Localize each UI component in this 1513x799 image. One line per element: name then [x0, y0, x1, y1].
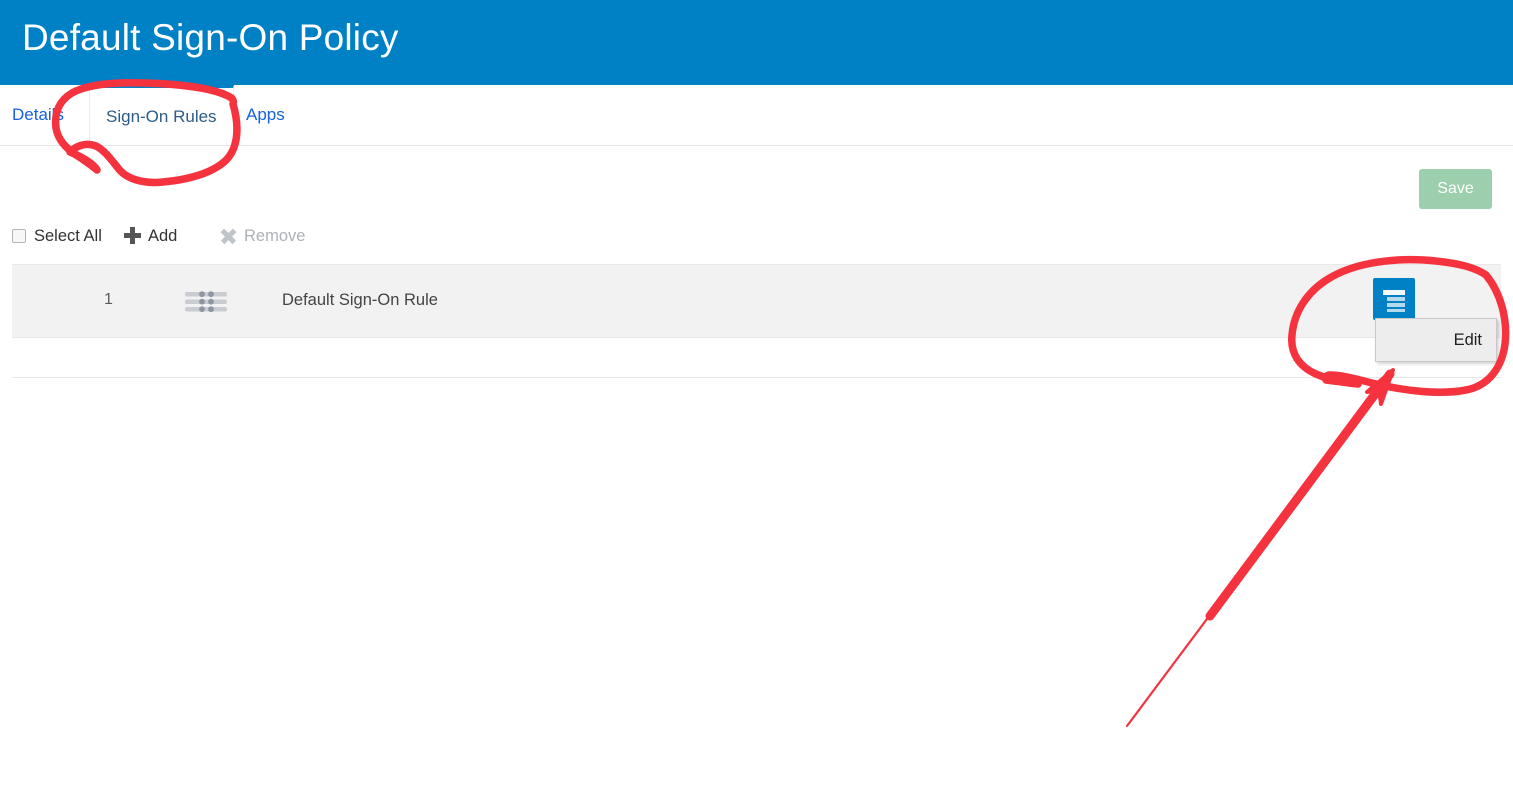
menu-item-edit[interactable]: Edit [1376, 319, 1496, 361]
table-footer [12, 338, 1501, 378]
tab-apps[interactable]: Apps [246, 85, 285, 145]
app-header: Default Sign-On Policy [0, 0, 1513, 85]
remove-button: Remove [220, 222, 305, 250]
tab-bar: Details Sign-On Rules Apps [0, 85, 1513, 146]
rules-table: 1 Default Sign-On Rule [12, 264, 1501, 378]
close-icon [220, 228, 236, 244]
annotation-arrow-to-edit-menu-shaft [1205, 369, 1395, 621]
annotation-arrow-to-edit-menu [1125, 372, 1392, 728]
add-button[interactable]: Add [124, 222, 177, 250]
rule-name: Default Sign-On Rule [282, 291, 438, 309]
remove-button-label: Remove [244, 227, 306, 245]
select-all-checkbox[interactable] [12, 229, 26, 243]
page-title: Default Sign-On Policy [22, 17, 399, 58]
rule-index: 1 [104, 291, 113, 308]
drag-handle-icon[interactable] [185, 291, 227, 313]
select-all-control[interactable]: Select All [12, 222, 102, 250]
plus-icon [124, 227, 141, 244]
row-actions-button[interactable] [1373, 278, 1415, 320]
table-row[interactable]: 1 Default Sign-On Rule [12, 264, 1501, 338]
save-button[interactable]: Save [1419, 169, 1492, 209]
select-all-label: Select All [34, 227, 102, 245]
list-menu-icon [1383, 290, 1405, 312]
tab-sign-on-rules[interactable]: Sign-On Rules [89, 85, 234, 145]
tab-details[interactable]: Details [12, 85, 64, 145]
list-toolbar: Select All Add Remove [0, 222, 1513, 252]
add-button-label: Add [148, 227, 178, 245]
row-context-menu: Edit [1375, 318, 1497, 362]
